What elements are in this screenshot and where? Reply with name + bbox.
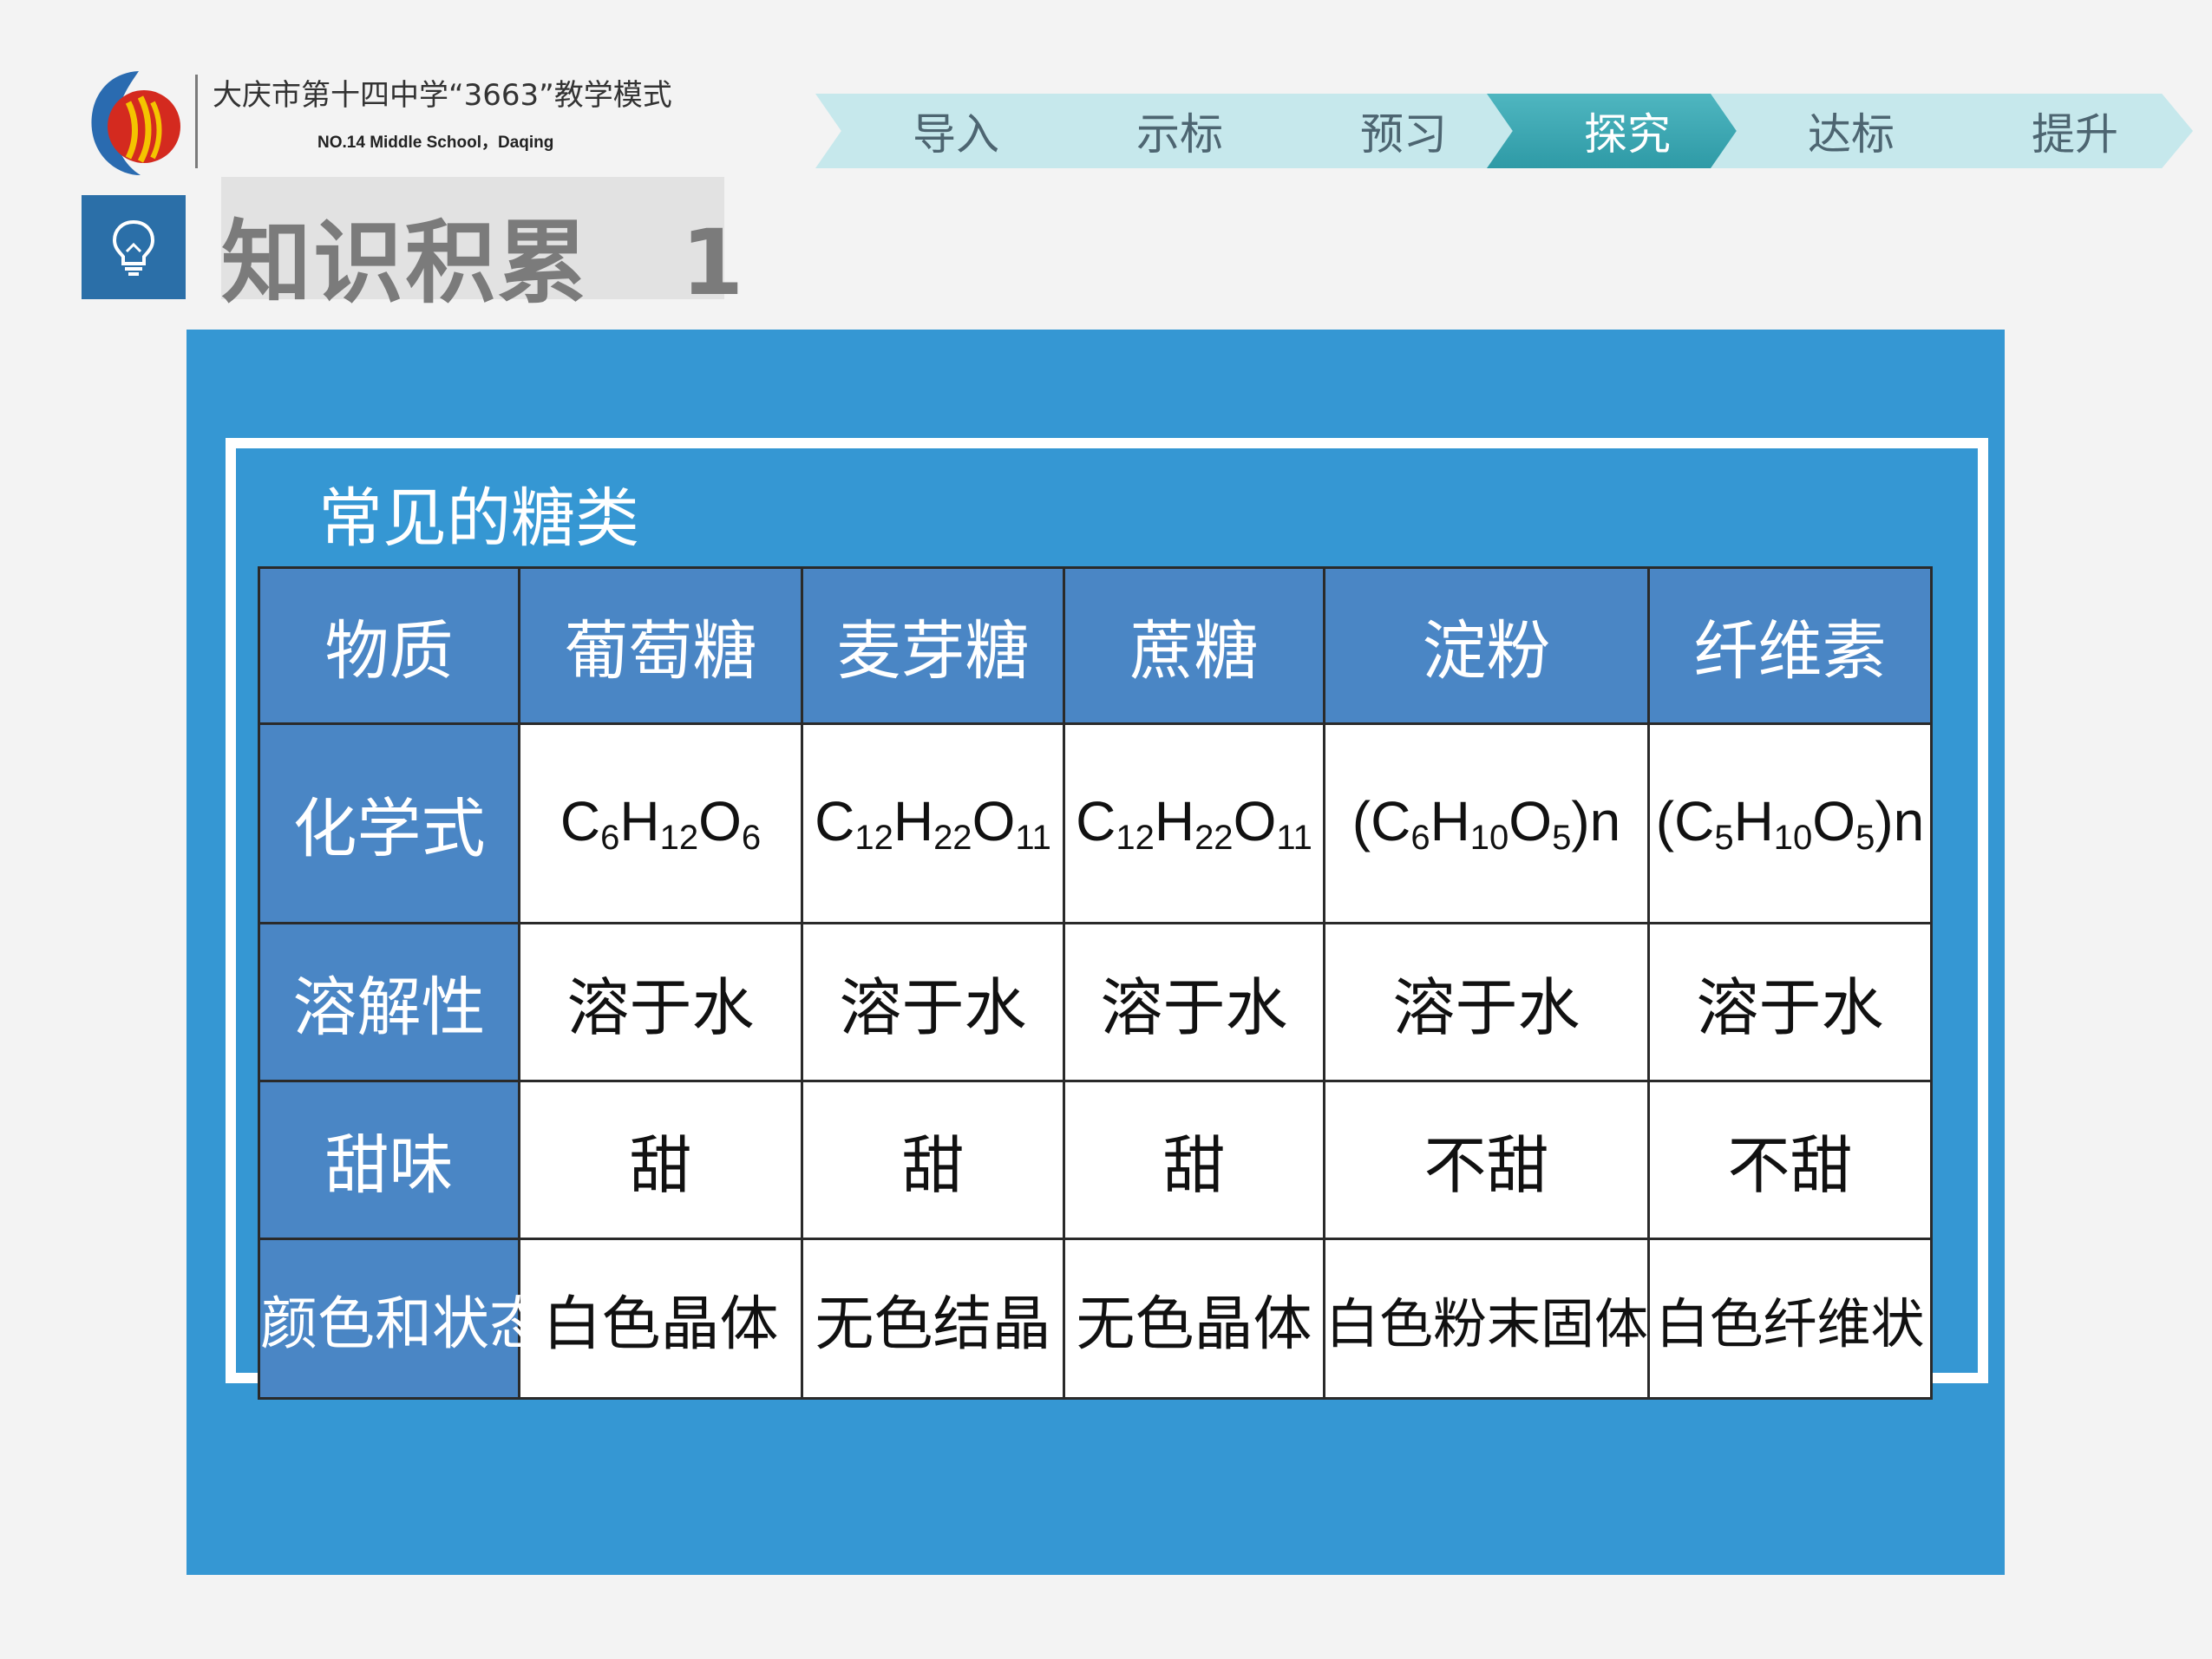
table-header-row: 物质 葡萄糖 麦芽糖 蔗糖 淀粉 纤维素: [258, 566, 1933, 725]
formula-cell: C6H12O6: [518, 722, 803, 924]
school-title: 大庆市第十四中学“3663”教学模式: [213, 78, 672, 113]
header-cell-substance: 物质: [258, 566, 520, 725]
table-cell: 甜: [1063, 1080, 1325, 1240]
school-logo: [87, 68, 189, 179]
section-title: 知识积累 1: [221, 210, 746, 316]
table-cell: 溶于水: [801, 922, 1065, 1082]
table-row-sweetness: 甜味 甜 甜 甜 不甜 不甜: [258, 1080, 1933, 1240]
sugar-table: 物质 葡萄糖 麦芽糖 蔗糖 淀粉 纤维素 化学式 C6H12O6 C12H22O…: [258, 566, 1933, 1400]
table-cell: 白色纤维状: [1647, 1238, 1933, 1400]
table-row-formula: 化学式 C6H12O6 C12H22O11 C12H22O11 (C6H10O5…: [258, 722, 1933, 924]
formula-cell: (C6H10O5)n: [1323, 722, 1650, 924]
nav-step-explore[interactable]: 探究: [1487, 94, 1745, 168]
nav-step-import[interactable]: 导入: [815, 94, 1074, 168]
table-cell: 不甜: [1323, 1080, 1650, 1240]
formula-cell: (C5H10O5)n: [1647, 722, 1933, 924]
table-cell: 甜: [518, 1080, 803, 1240]
nav-step-preview[interactable]: 预习: [1263, 94, 1522, 168]
row-label-appearance: 颜色和状态: [258, 1238, 546, 1400]
table-cell: 白色粉末固体: [1323, 1238, 1650, 1400]
table-caption: 常见的糖类: [318, 481, 639, 556]
table-row-appearance: 颜色和状态 白色晶体 无色结晶 无色晶体 白色粉末固体 白色纤维状: [258, 1238, 1933, 1400]
nav-step-improve[interactable]: 提升: [1934, 94, 2193, 168]
row-label-formula: 化学式: [258, 722, 520, 924]
table-cell: 甜: [801, 1080, 1065, 1240]
table-cell: 无色结晶: [801, 1238, 1065, 1400]
formula-cell: C12H22O11: [801, 722, 1065, 924]
header-cell-glucose: 葡萄糖: [518, 566, 803, 725]
table-cell: 溶于水: [1323, 922, 1650, 1082]
step-nav: 导入 示标 预习 探究 达标 提升: [815, 94, 2199, 168]
lightbulb-icon: [112, 219, 155, 276]
content-panel: 常见的糖类 物质 葡萄糖 麦芽糖 蔗糖 淀粉 纤维素 化学式 C6H12O6 C…: [187, 330, 2005, 1575]
table-cell: 白色晶体: [518, 1238, 803, 1400]
table-cell: 溶于水: [518, 922, 803, 1082]
table-cell: 溶于水: [1063, 922, 1325, 1082]
school-subtitle: NO.14 Middle School，Daqing: [317, 134, 554, 152]
header-divider: [195, 75, 198, 168]
table-row-solubility: 溶解性 溶于水 溶于水 溶于水 溶于水 溶于水: [258, 922, 1933, 1082]
nav-step-objective[interactable]: 示标: [1039, 94, 1298, 168]
header-cell-starch: 淀粉: [1323, 566, 1650, 725]
header-cell-maltose: 麦芽糖: [801, 566, 1065, 725]
table-cell: 无色晶体: [1063, 1238, 1325, 1400]
table-cell: 不甜: [1647, 1080, 1933, 1240]
table-cell: 溶于水: [1647, 922, 1933, 1082]
section-icon-box: [82, 195, 186, 299]
row-label-sweetness: 甜味: [258, 1080, 520, 1240]
row-label-solubility: 溶解性: [258, 922, 520, 1082]
formula-cell: C12H22O11: [1063, 722, 1325, 924]
nav-step-assess[interactable]: 达标: [1711, 94, 1969, 168]
header-cell-cellulose: 纤维素: [1647, 566, 1933, 725]
header-cell-sucrose: 蔗糖: [1063, 566, 1325, 725]
